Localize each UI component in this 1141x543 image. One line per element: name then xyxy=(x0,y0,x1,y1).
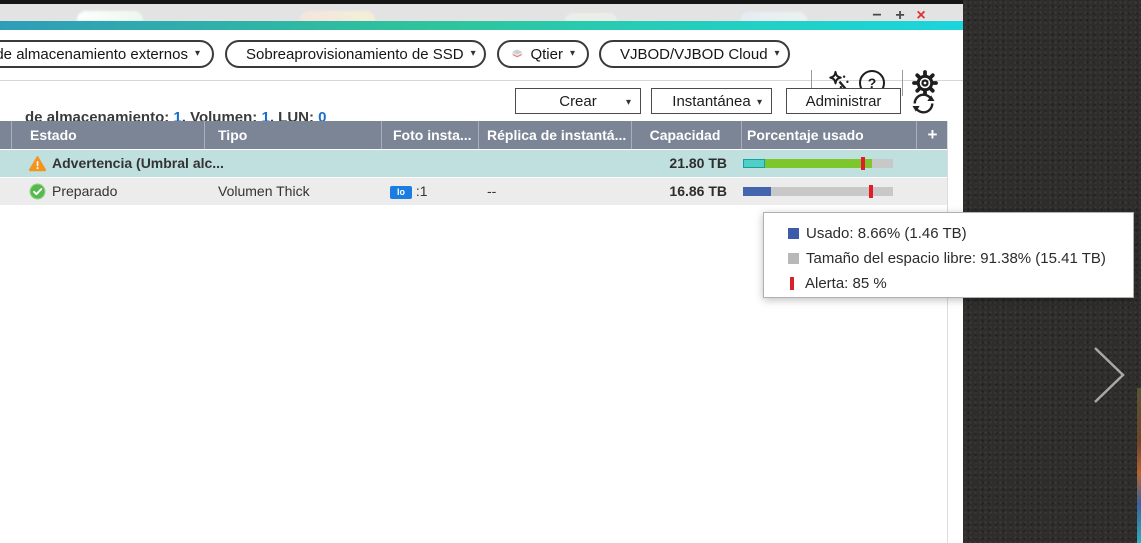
accent-bar xyxy=(0,21,963,30)
qtier-layers-icon xyxy=(511,43,523,65)
header-separator xyxy=(381,121,382,149)
usage-bar-snapshot-segment xyxy=(743,159,765,168)
alert-legend-tick xyxy=(790,277,794,290)
row-snapshot: Io :1 xyxy=(390,178,428,205)
chevron-down-icon: ▾ xyxy=(570,49,575,59)
titlebar: − + × xyxy=(0,4,963,21)
used-legend-swatch xyxy=(788,228,799,239)
header-foto-instantanea[interactable]: Foto insta... xyxy=(393,121,472,149)
external-storage-button[interactable]: de almacenamiento externos ▾ xyxy=(0,40,214,68)
manage-button[interactable]: Administrar xyxy=(786,88,901,114)
alert-threshold-tick xyxy=(869,185,873,198)
free-legend-swatch xyxy=(788,253,799,264)
background-blur-pill xyxy=(77,11,143,21)
refresh-button[interactable] xyxy=(908,88,938,118)
table-header: Estado Tipo Foto insta... Réplica de ins… xyxy=(0,121,947,149)
chevron-down-icon: ▾ xyxy=(195,49,200,59)
ssd-overprovisioning-button[interactable]: Sobreaprovisionamiento de SSD ▾ xyxy=(225,40,486,68)
snapshot-label: Instantánea xyxy=(672,93,750,110)
refresh-icon xyxy=(910,90,937,117)
desktop-icon-edge xyxy=(1137,388,1141,543)
table-edge-line xyxy=(947,121,948,543)
usage-bar[interactable] xyxy=(743,159,893,168)
screen: − + × de almacenamiento externos ▾ Sobre… xyxy=(0,0,1141,543)
background-blur-pill xyxy=(300,11,375,21)
snapshot-count: :1 xyxy=(416,183,428,199)
create-label: Crear xyxy=(559,93,597,110)
qtier-button[interactable]: Qtier ▾ xyxy=(497,40,589,68)
tooltip-free-line: Tamaño del espacio libre: 91.38% (15.41 … xyxy=(788,246,1133,271)
header-estado[interactable]: Estado xyxy=(30,121,77,149)
manage-label: Administrar xyxy=(806,93,882,110)
header-separator xyxy=(741,121,742,149)
background-blur-pill xyxy=(565,13,617,21)
snapshot-button[interactable]: Instantánea ▾ xyxy=(651,88,772,114)
tooltip-used-line: Usado: 8.66% (1.46 TB) xyxy=(788,221,1133,246)
row-type: Volumen Thick xyxy=(218,178,310,205)
header-separator xyxy=(631,121,632,149)
background-blur-pill xyxy=(740,12,807,21)
vjbod-label: VJBOD/VJBOD Cloud xyxy=(620,46,768,63)
chevron-down-icon: ▾ xyxy=(775,49,780,59)
header-porcentaje-usado[interactable]: Porcentaje usado xyxy=(747,121,864,149)
row-status: Advertencia (Umbral alc... xyxy=(52,150,224,177)
desktop-next-chevron-icon[interactable] xyxy=(1085,340,1135,410)
header-capacidad[interactable]: Capacidad xyxy=(633,121,737,149)
table-row-volume-ready[interactable]: Preparado Volumen Thick Io :1 -- 16.86 T… xyxy=(0,178,947,205)
table-row-pool-warning[interactable]: Advertencia (Umbral alc... 21.80 TB xyxy=(0,150,947,177)
external-storage-label: de almacenamiento externos xyxy=(0,46,188,63)
usage-bar-used-segment xyxy=(743,187,771,196)
snapshot-badge-icon: Io xyxy=(390,186,412,199)
ready-check-icon xyxy=(28,182,47,201)
chevron-down-icon: ▾ xyxy=(757,98,762,108)
ssd-overprovisioning-label: Sobreaprovisionamiento de SSD xyxy=(246,46,464,63)
row-replica: -- xyxy=(487,178,496,205)
usage-bar[interactable] xyxy=(743,187,893,196)
alert-threshold-tick xyxy=(861,157,865,170)
add-column-button[interactable]: + xyxy=(918,121,947,149)
create-button[interactable]: Crear ▾ xyxy=(515,88,641,114)
qtier-label: Qtier xyxy=(530,46,563,63)
header-separator xyxy=(916,121,917,149)
row-capacity: 21.80 TB xyxy=(590,150,727,177)
header-separator xyxy=(11,121,12,149)
vjbod-button[interactable]: VJBOD/VJBOD Cloud ▾ xyxy=(599,40,790,68)
tooltip-alert-text: Alerta: 85 % xyxy=(805,275,887,292)
chevron-down-icon: ▾ xyxy=(626,98,631,108)
usage-tooltip: Usado: 8.66% (1.46 TB) Tamaño del espaci… xyxy=(763,212,1134,298)
header-tipo[interactable]: Tipo xyxy=(218,121,247,149)
usage-bar-used-segment xyxy=(765,159,872,168)
toolbar: de almacenamiento externos ▾ Sobreaprovi… xyxy=(0,30,963,81)
warning-icon xyxy=(28,154,47,173)
header-separator xyxy=(204,121,205,149)
header-replica[interactable]: Réplica de instantá... xyxy=(487,121,626,149)
tooltip-used-text: Usado: 8.66% (1.46 TB) xyxy=(806,225,967,242)
row-status: Preparado xyxy=(52,178,117,205)
header-separator xyxy=(478,121,479,149)
tooltip-free-text: Tamaño del espacio libre: 91.38% (15.41 … xyxy=(806,250,1106,267)
chevron-down-icon: ▾ xyxy=(471,49,476,59)
tooltip-alert-line: Alerta: 85 % xyxy=(788,271,1133,296)
toolbar-divider xyxy=(902,70,903,96)
row-capacity: 16.86 TB xyxy=(590,178,727,205)
